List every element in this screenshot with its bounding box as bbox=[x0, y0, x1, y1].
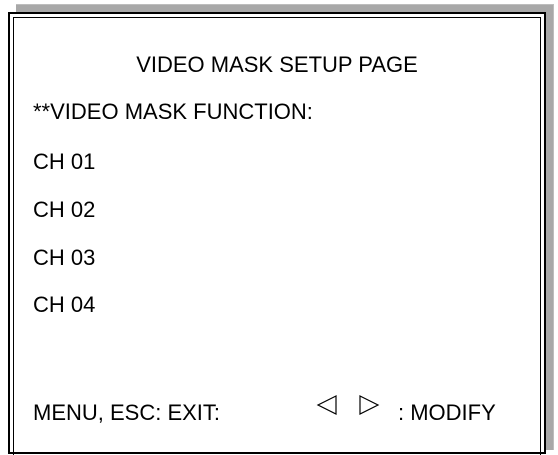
triangle-left-icon[interactable] bbox=[316, 394, 338, 416]
video-mask-function-label: **VIDEO MASK FUNCTION: bbox=[33, 99, 313, 124]
channel-item-01[interactable]: CH 01 bbox=[33, 149, 95, 175]
channel-item-03[interactable]: CH 03 bbox=[33, 245, 95, 271]
exit-hint: MENU, ESC: EXIT: bbox=[33, 400, 221, 425]
osd-menu-window: VIDEO MASK SETUP PAGE **VIDEO MASK FUNCT… bbox=[8, 12, 546, 455]
channel-item-02[interactable]: CH 02 bbox=[33, 197, 95, 223]
modify-hint: : MODIFY bbox=[398, 400, 496, 425]
triangle-right-icon[interactable] bbox=[358, 394, 380, 416]
page-title: VIDEO MASK SETUP PAGE bbox=[136, 52, 418, 77]
osd-menu-inner-border bbox=[13, 17, 541, 455]
channel-item-04[interactable]: CH 04 bbox=[33, 292, 95, 318]
